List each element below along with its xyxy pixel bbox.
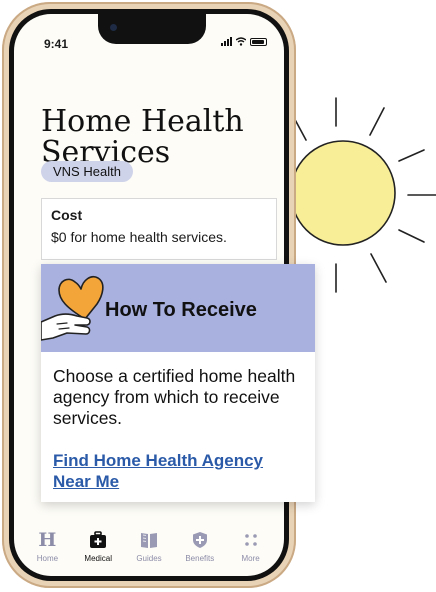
medical-bag-icon — [89, 530, 107, 550]
provider-badge[interactable]: VNS Health — [41, 161, 133, 182]
tab-label: Medical — [84, 554, 112, 563]
tab-label: Guides — [136, 554, 162, 563]
page-title: Home Health Services — [41, 104, 244, 171]
shield-icon — [192, 530, 208, 550]
cost-title: Cost — [51, 207, 83, 223]
cost-text: $0 for home health services. — [51, 229, 227, 245]
tab-guides[interactable]: Guides — [124, 530, 175, 563]
find-agency-link[interactable]: Find Home Health Agency Near Me — [53, 450, 303, 492]
more-dots-icon — [243, 530, 259, 550]
how-to-receive-description: Choose a certified home health agency fr… — [53, 366, 296, 428]
status-icons — [221, 37, 267, 46]
phone-notch — [98, 14, 206, 44]
tab-label: Home — [36, 554, 59, 563]
how-to-receive-card: How To Receive Choose a certified home h… — [41, 264, 315, 502]
how-to-receive-header: How To Receive — [41, 264, 315, 352]
camera-icon — [110, 24, 117, 31]
tab-medical[interactable]: Medical — [73, 530, 124, 563]
book-icon — [139, 530, 159, 550]
how-to-receive-body: Choose a certified home health agency fr… — [41, 352, 315, 492]
tab-more[interactable]: More — [225, 530, 276, 563]
home-h-icon: H — [38, 529, 57, 551]
how-to-receive-title: How To Receive — [105, 299, 257, 321]
cost-card: Cost $0 for home health services. — [41, 198, 277, 260]
tab-home[interactable]: H Home — [22, 529, 73, 563]
tab-label: Benefits — [185, 554, 215, 563]
tab-label: More — [241, 554, 260, 563]
status-time: 9:41 — [44, 37, 69, 51]
bottom-tab-bar: H Home Medical Guides Benefits More — [14, 529, 284, 576]
wifi-icon — [236, 37, 246, 46]
tab-benefits[interactable]: Benefits — [174, 530, 225, 563]
signal-icon — [221, 37, 232, 46]
battery-icon — [250, 37, 267, 46]
